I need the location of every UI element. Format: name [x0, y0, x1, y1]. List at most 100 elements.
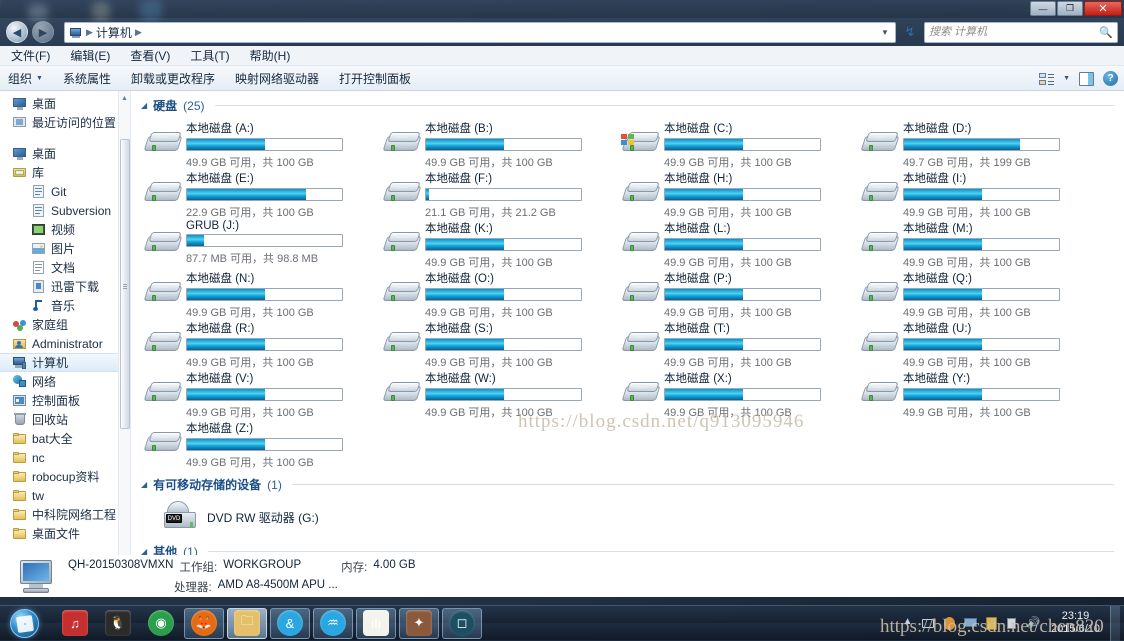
drive-tile[interactable]: 本地磁盘 (C:)49.9 GB 可用，共 100 GB [621, 118, 821, 168]
taskbar-item-netease-music[interactable]: ♫ [55, 608, 95, 639]
refresh-icon[interactable]: ↯ [900, 22, 920, 42]
search-input[interactable] [929, 26, 1099, 38]
network-icon[interactable] [921, 616, 936, 631]
maximize-button[interactable]: ❐ [1057, 1, 1083, 16]
taskbar-item-game-app[interactable]: ✦ [399, 608, 439, 639]
drive-tile[interactable]: 本地磁盘 (E:)22.9 GB 可用，共 100 GB [143, 168, 343, 218]
scroll-up-arrow-icon[interactable]: ▲ [119, 91, 130, 105]
sidebar-item-nc[interactable]: nc [0, 448, 130, 467]
sidebar-item-bat大全[interactable]: bat大全 [0, 429, 130, 448]
antivirus-icon[interactable] [984, 616, 999, 631]
drive-tile[interactable]: 本地磁盘 (Y:)49.9 GB 可用，共 100 GB [860, 368, 1060, 418]
menu-help[interactable]: 帮助(H) [247, 46, 294, 65]
drive-tile[interactable]: 本地磁盘 (O:)49.9 GB 可用，共 100 GB [382, 268, 582, 318]
drive-tile[interactable]: GRUB (J:)87.7 MB 可用，共 98.8 MB [143, 218, 343, 268]
drive-tile[interactable]: 本地磁盘 (N:)49.9 GB 可用，共 100 GB [143, 268, 343, 318]
close-button[interactable]: ✕ [1084, 1, 1122, 16]
sidebar-item-控制面板[interactable]: 控制面板 [0, 391, 130, 410]
sidebar-item-音乐[interactable]: 音乐 [0, 296, 130, 315]
drive-tile[interactable]: 本地磁盘 (L:)49.9 GB 可用，共 100 GB [621, 218, 821, 268]
show-desktop-button[interactable] [1110, 606, 1120, 641]
menu-file[interactable]: 文件(F) [8, 46, 53, 65]
sidebar-item-robocup资料[interactable]: robocup资料 [0, 467, 130, 486]
sidebar-item-迅雷下载[interactable]: 迅雷下载 [0, 277, 130, 296]
sidebar-item-库[interactable]: 库 [0, 163, 130, 182]
sidebar-item-Administrator[interactable]: Administrator [0, 334, 130, 353]
menu-tools[interactable]: 工具(T) [187, 46, 232, 65]
minimize-button[interactable]: — [1030, 1, 1056, 16]
drive-tile[interactable]: 本地磁盘 (D:)49.7 GB 可用，共 199 GB [860, 118, 1060, 168]
drive-tile[interactable]: 本地磁盘 (P:)49.9 GB 可用，共 100 GB [621, 268, 821, 318]
taskbar-clock[interactable]: 23:19 2015/6/10 [1047, 610, 1104, 636]
drive-tile[interactable]: 本地磁盘 (V:)49.9 GB 可用，共 100 GB [143, 368, 343, 418]
drive-tile[interactable]: 本地磁盘 (R:)49.9 GB 可用，共 100 GB [143, 318, 343, 368]
drive-tile[interactable]: 本地磁盘 (W:)49.9 GB 可用，共 100 GB [382, 368, 582, 418]
sidebar-item-Subversion[interactable]: Subversion [0, 201, 130, 220]
drive-tile[interactable]: 本地磁盘 (F:)21.1 GB 可用，共 21.2 GB [382, 168, 582, 218]
uninstall-program-button[interactable]: 卸载或更改程序 [131, 70, 215, 87]
monitor-icon[interactable] [963, 616, 978, 631]
preview-pane-icon[interactable] [1079, 72, 1094, 86]
address-bar[interactable]: ▶ 计算机 ▶ ▼ [64, 22, 896, 43]
sidebar-item-视频[interactable]: 视频 [0, 220, 130, 239]
sidebar-item-Git[interactable]: Git [0, 182, 130, 201]
drive-tile[interactable]: 本地磁盘 (M:)49.9 GB 可用，共 100 GB [860, 218, 1060, 268]
taskbar-item-firefox[interactable]: 🦊 [184, 608, 224, 639]
sidebar-item-图片[interactable]: 图片 [0, 239, 130, 258]
menu-edit[interactable]: 编辑(E) [67, 46, 113, 65]
copy-icon[interactable] [1005, 616, 1020, 631]
drive-tile[interactable]: 本地磁盘 (T:)49.9 GB 可用，共 100 GB [621, 318, 821, 368]
back-button[interactable]: ◀ [6, 21, 28, 43]
drive-tile[interactable]: 本地磁盘 (X:)49.9 GB 可用，共 100 GB [621, 368, 821, 418]
menu-view[interactable]: 查看(V) [127, 46, 173, 65]
drive-tile[interactable]: 本地磁盘 (S:)49.9 GB 可用，共 100 GB [382, 318, 582, 368]
taskbar-item-qq[interactable]: 🐧 [98, 608, 138, 639]
sidebar-item-家庭组[interactable]: 家庭组 [0, 315, 130, 334]
help-icon[interactable]: ? [1103, 71, 1118, 86]
collapse-triangle-icon[interactable]: ◢ [141, 101, 147, 110]
taskbar-item-vmware[interactable]: ◻ [442, 608, 482, 639]
drive-tile[interactable]: 本地磁盘 (K:)49.9 GB 可用，共 100 GB [382, 218, 582, 268]
start-button[interactable] [1, 607, 47, 640]
scrollbar-thumb[interactable] [120, 139, 130, 429]
sidebar-item-网络[interactable]: 网络 [0, 372, 130, 391]
drive-tile[interactable]: 本地磁盘 (Q:)49.9 GB 可用，共 100 GB [860, 268, 1060, 318]
search-box[interactable]: 🔍 [924, 22, 1118, 43]
sidebar-item-桌面[interactable]: 桌面 [0, 144, 130, 163]
taskbar-item-wechat-app[interactable]: ♒ [313, 608, 353, 639]
change-view-icon[interactable] [1039, 72, 1054, 86]
taskbar-item-360-browser[interactable]: & [270, 608, 310, 639]
organize-button[interactable]: 组织 ▼ [8, 70, 43, 87]
taskbar-item-editor-app[interactable]: ılı [356, 608, 396, 639]
sidebar-favorite-桌面[interactable]: 桌面 [0, 94, 130, 113]
breadcrumb-computer[interactable]: 计算机 [96, 24, 132, 41]
drive-tile[interactable]: 本地磁盘 (U:)49.9 GB 可用，共 100 GB [860, 318, 1060, 368]
drive-tile[interactable]: 本地磁盘 (Z:)49.9 GB 可用，共 100 GB [143, 418, 343, 468]
drive-tile[interactable]: 本地磁盘 (A:)49.9 GB 可用，共 100 GB [143, 118, 343, 168]
volume-icon[interactable]: 🔊 [1026, 616, 1041, 631]
breadcrumb-separator-2[interactable]: ▶ [135, 27, 142, 38]
sidebar-item-中科院网络工程[interactable]: 中科院网络工程 [0, 505, 130, 524]
view-chevron-down-icon[interactable]: ▼ [1063, 75, 1070, 82]
open-control-panel-button[interactable]: 打开控制面板 [339, 70, 411, 87]
sidebar-item-回收站[interactable]: 回收站 [0, 410, 130, 429]
collapse-triangle-icon[interactable]: ◢ [141, 480, 147, 489]
sidebar-item-tw[interactable]: tw [0, 486, 130, 505]
drive-tile[interactable]: 本地磁盘 (H:)49.9 GB 可用，共 100 GB [621, 168, 821, 218]
system-properties-button[interactable]: 系统属性 [63, 70, 111, 87]
sidebar-favorite-最近访问的位置[interactable]: 最近访问的位置 [0, 113, 130, 132]
taskbar-item-chrome[interactable]: ◉ [141, 608, 181, 639]
group-header-hard-disks[interactable]: ◢ 硬盘 (25) [135, 91, 1124, 116]
removable-device-item[interactable]: DVD DVD RW 驱动器 (G:) [135, 495, 1124, 533]
map-network-drive-button[interactable]: 映射网络驱动器 [235, 70, 319, 87]
forward-button[interactable]: ▶ [32, 21, 54, 43]
qq-tray-icon[interactable] [942, 616, 957, 631]
tray-arrow-icon[interactable]: ▲ [900, 616, 915, 631]
sidebar-item-桌面文件[interactable]: 桌面文件 [0, 524, 130, 543]
drive-tile[interactable]: 本地磁盘 (B:)49.9 GB 可用，共 100 GB [382, 118, 582, 168]
drive-tile[interactable]: 本地磁盘 (I:)49.9 GB 可用，共 100 GB [860, 168, 1060, 218]
taskbar-item-windows-explorer[interactable]: 🗀 [227, 608, 267, 639]
sidebar-item-文档[interactable]: 文档 [0, 258, 130, 277]
computer-summary-item[interactable]: QH-20150308VMXN 工作组: WORKGROUP 内存: 4.00 … [0, 555, 1124, 597]
sidebar-item-计算机[interactable]: 计算机 [0, 353, 130, 372]
